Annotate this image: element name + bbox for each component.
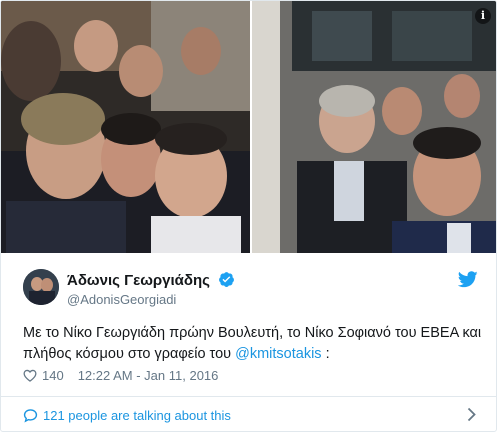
tweet-meta: 140 12:22 AM - Jan 11, 2016 [23,367,218,387]
embedded-tweet-card: i Άδωνις Γεωργιάδης @AdonisGeorgiadi Με … [0,0,497,432]
conversation-text[interactable]: 121 people are talking about this [43,408,231,423]
twitter-bird-icon[interactable] [458,271,478,288]
conversation-link[interactable]: 121 people are talking about this [1,397,496,431]
tweet-timestamp[interactable]: 12:22 AM - Jan 11, 2016 [78,368,219,383]
tweet-photos: i [1,1,496,253]
tweet-text-tail: : [321,346,330,362]
display-name[interactable]: Άδωνις Γεωργιάδης [67,271,235,289]
display-name-text[interactable]: Άδωνις Γεωργιάδης [67,272,210,289]
tweet-photo-left[interactable] [1,1,250,253]
chevron-right-icon[interactable] [467,407,476,422]
speech-bubble-icon [23,409,38,423]
tweet-photo-right[interactable]: i [252,1,496,253]
heart-icon[interactable] [23,369,37,382]
mention-link[interactable]: @kmitsotakis [235,346,321,362]
verified-badge-icon [219,272,235,287]
tweet-text: Με το Νίκο Γεωργιάδη πρώην Βουλευτή, το … [23,323,483,365]
tweet-header: Άδωνις Γεωργιάδης @AdonisGeorgiadi [1,263,496,313]
avatar[interactable] [23,269,59,305]
user-handle[interactable]: @AdonisGeorgiadi [67,292,176,307]
info-icon[interactable]: i [475,8,491,24]
like-count[interactable]: 140 [42,368,64,383]
